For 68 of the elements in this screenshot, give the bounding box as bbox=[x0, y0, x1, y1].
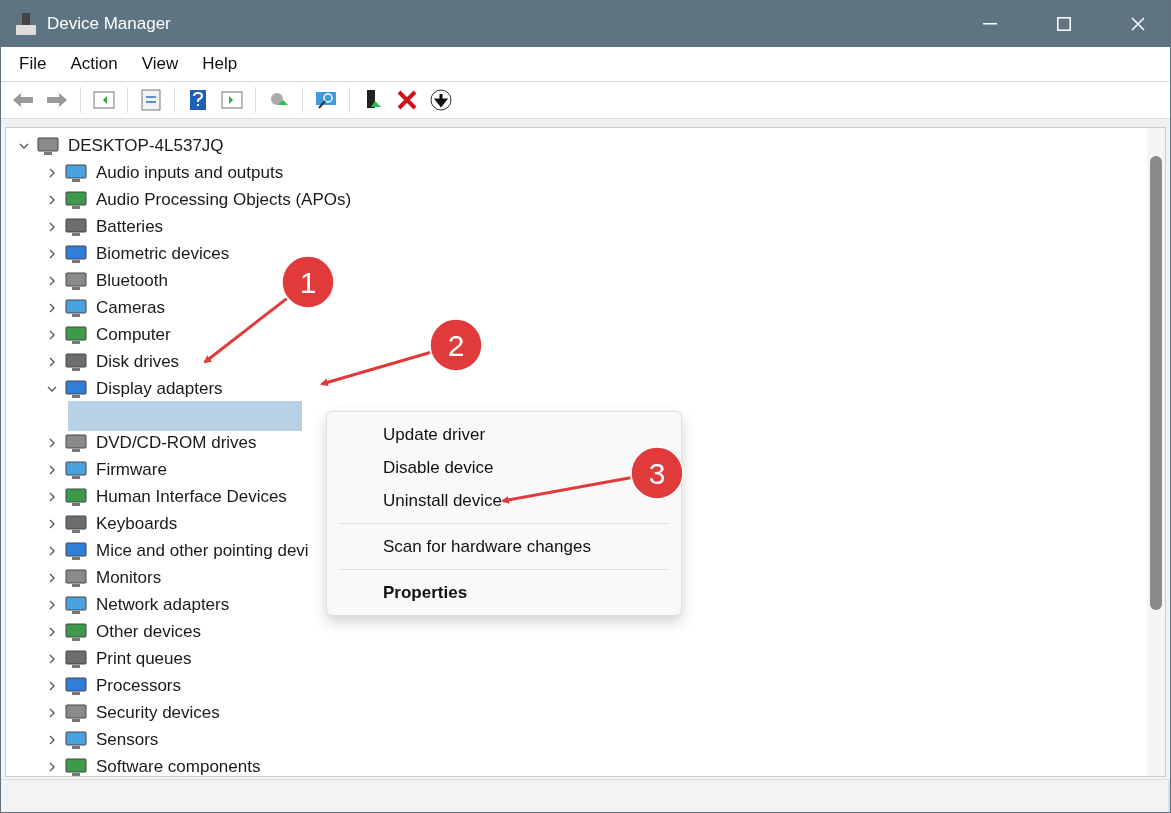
menu-item[interactable]: Disable device bbox=[383, 451, 494, 484]
number-marker: 3 bbox=[630, 446, 684, 500]
computer-tower-icon bbox=[15, 12, 37, 36]
tree-item[interactable]: Sensors bbox=[96, 729, 159, 750]
scrollbar-thumb[interactable] bbox=[1150, 156, 1162, 610]
device-icon bbox=[64, 350, 88, 373]
down-arrow-circle-icon[interactable] bbox=[429, 88, 453, 112]
device-icon bbox=[64, 539, 88, 562]
menu-item[interactable]: Properties bbox=[383, 576, 468, 609]
device-icon bbox=[64, 431, 88, 454]
device-icon bbox=[64, 458, 88, 481]
properties-sheet-icon[interactable] bbox=[139, 88, 163, 112]
device-icon bbox=[64, 323, 88, 346]
device-icon bbox=[64, 566, 88, 589]
device-icon bbox=[64, 674, 88, 697]
menu-item[interactable]: File bbox=[7, 54, 59, 74]
tree-item[interactable]: Audio inputs and outputs bbox=[96, 162, 284, 183]
tree-item[interactable]: Bluetooth bbox=[96, 270, 168, 291]
tree-item[interactable]: Computer bbox=[96, 324, 171, 345]
device-icon bbox=[64, 215, 88, 238]
tree-item[interactable]: Other devices bbox=[96, 621, 201, 642]
device-icon bbox=[64, 269, 88, 292]
menu-item[interactable]: Help bbox=[190, 54, 250, 74]
menu-item[interactable]: Update driver bbox=[383, 418, 486, 451]
maximize-icon[interactable] bbox=[1057, 17, 1071, 31]
device-icon bbox=[64, 188, 88, 211]
close-icon[interactable] bbox=[1131, 17, 1145, 31]
device-icon bbox=[64, 242, 88, 265]
device-icon bbox=[36, 134, 60, 157]
device-icon bbox=[64, 161, 88, 184]
device-icon bbox=[64, 377, 88, 400]
tree-item[interactable]: Processors bbox=[96, 675, 182, 696]
number-marker: 1 bbox=[281, 255, 335, 309]
number-marker: 2 bbox=[429, 318, 483, 372]
tree-item[interactable]: Keyboards bbox=[96, 513, 178, 534]
device-icon bbox=[64, 593, 88, 616]
tree-item[interactable]: Batteries bbox=[96, 216, 164, 237]
device-icon bbox=[64, 647, 88, 670]
tree-item[interactable]: Display adapters bbox=[96, 378, 223, 399]
tree-item[interactable]: Network adapters bbox=[96, 594, 230, 615]
tree-item[interactable]: Software components bbox=[96, 756, 261, 776]
device-icon bbox=[64, 728, 88, 751]
tree-item[interactable]: Audio Processing Objects (APOs) bbox=[96, 189, 352, 210]
device-icon bbox=[64, 755, 88, 776]
window-title: Device Manager bbox=[47, 14, 172, 34]
tree-item[interactable]: Disk drives bbox=[96, 351, 180, 372]
device-icon bbox=[64, 485, 88, 508]
tree-item[interactable]: Human Interface Devices bbox=[96, 486, 287, 507]
tree-item[interactable]: Cameras bbox=[96, 297, 165, 318]
tree-item[interactable]: DESKTOP-4L537JQ bbox=[68, 135, 224, 156]
tree-item[interactable]: Monitors bbox=[96, 567, 162, 588]
device-icon bbox=[64, 701, 88, 724]
menu-item[interactable]: Action bbox=[58, 54, 130, 74]
tree-item[interactable]: DVD/CD-ROM drives bbox=[96, 432, 257, 453]
console-tree-icon[interactable] bbox=[92, 88, 116, 112]
tree-item[interactable]: Mice and other pointing devi bbox=[96, 540, 309, 561]
device-icon bbox=[64, 296, 88, 319]
action-pane-icon[interactable] bbox=[220, 88, 244, 112]
tree-item[interactable]: Firmware bbox=[96, 459, 167, 480]
tree-item[interactable]: Security devices bbox=[96, 702, 220, 723]
device-icon bbox=[64, 512, 88, 535]
menu-item[interactable]: View bbox=[129, 54, 191, 74]
tree-item[interactable]: Print queues bbox=[96, 648, 192, 669]
menu-item[interactable]: Uninstall device bbox=[383, 484, 503, 517]
menu-item[interactable]: Scan for hardware changes bbox=[383, 530, 591, 563]
tree-item[interactable]: Biometric devices bbox=[96, 243, 230, 264]
uninstall-x-icon[interactable] bbox=[395, 88, 419, 112]
device-icon bbox=[64, 620, 88, 643]
